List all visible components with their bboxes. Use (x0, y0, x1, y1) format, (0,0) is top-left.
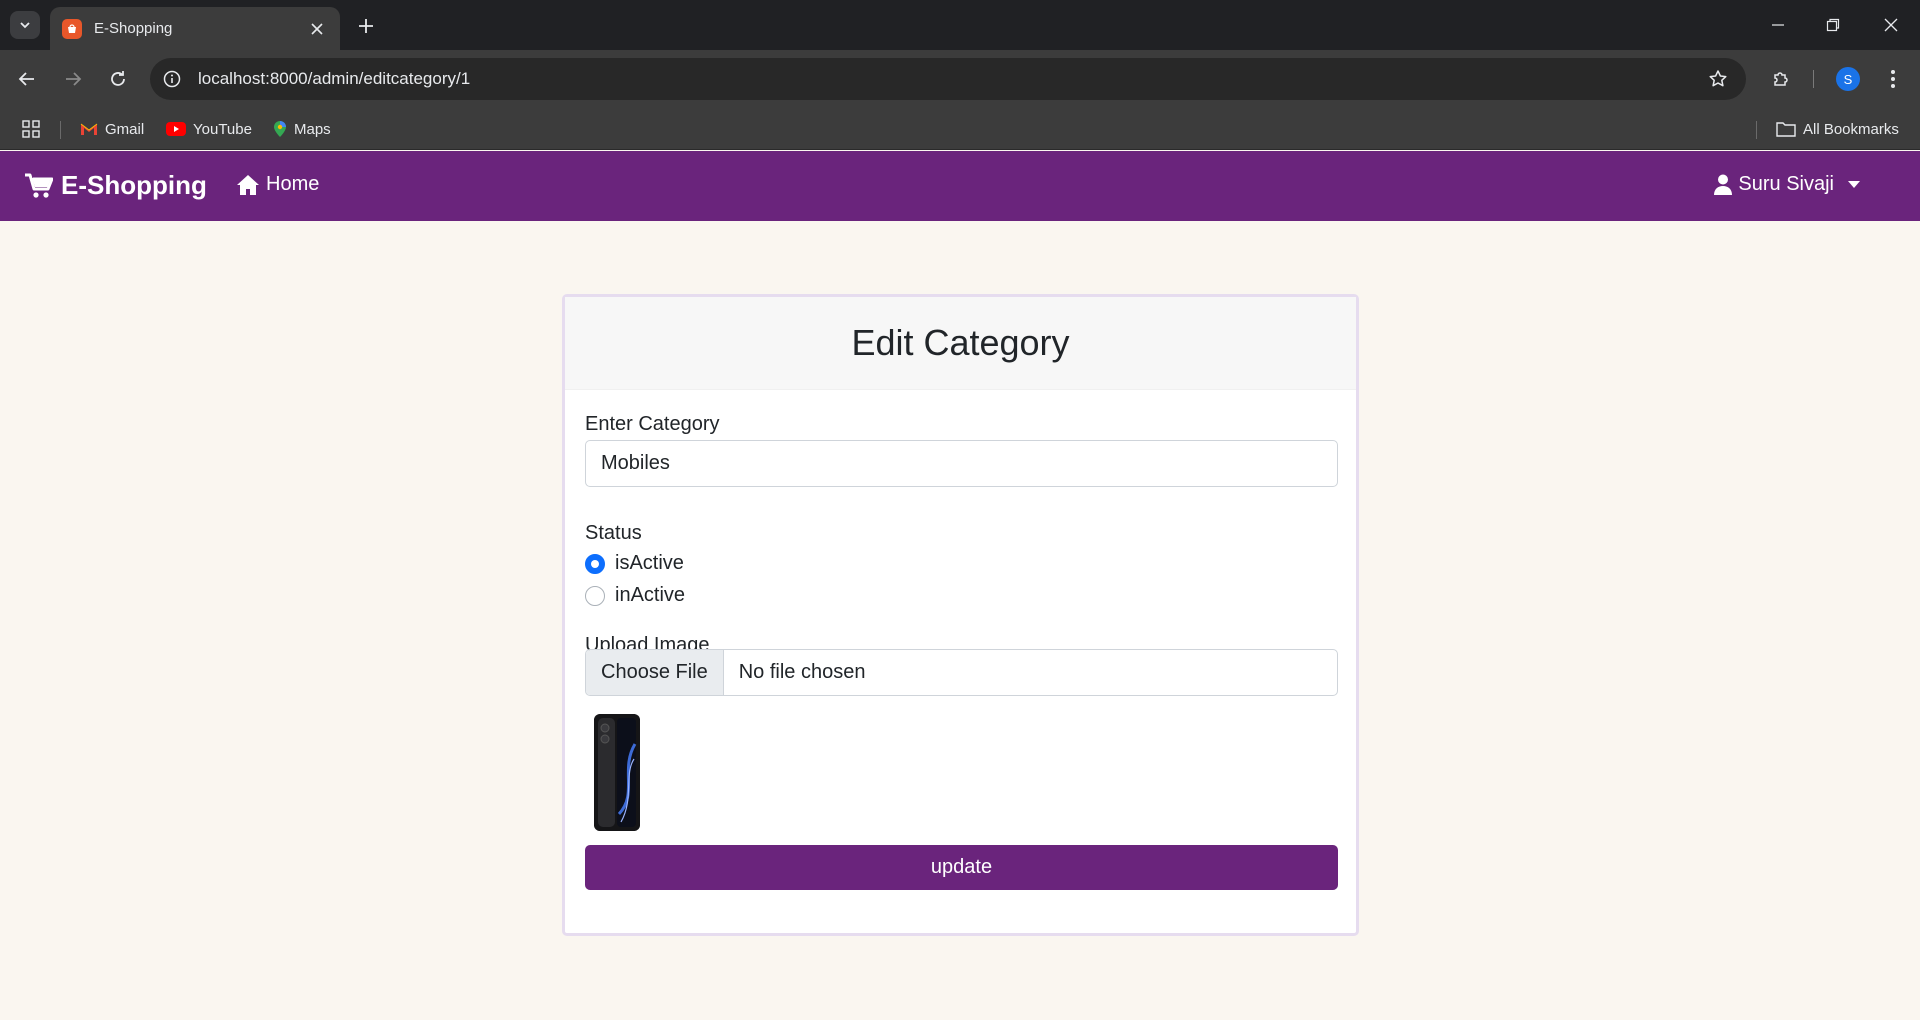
nav-home-link[interactable]: Home (236, 173, 319, 196)
address-bar[interactable]: localhost:8000/admin/editcategory/1 (150, 58, 1746, 100)
browser-toolbar: localhost:8000/admin/editcategory/1 S (0, 50, 1920, 108)
folder-icon (1776, 122, 1796, 137)
bookmarks-bar: Gmail YouTube Maps All Bookmarks (0, 108, 1920, 150)
bookmarks-divider (1756, 121, 1757, 139)
browser-tab-strip: E-Shopping (0, 0, 1920, 50)
bookmark-star-button[interactable] (1700, 61, 1736, 97)
site-info-button[interactable] (154, 61, 190, 97)
reload-icon (111, 71, 125, 86)
puzzle-icon (1774, 72, 1788, 86)
user-name: Suru Sivaji (1738, 173, 1834, 195)
shop-favicon-icon (62, 18, 82, 39)
all-bookmarks-label: All Bookmarks (1803, 120, 1899, 138)
close-icon (311, 22, 323, 35)
bookmark-label: Maps (294, 120, 331, 138)
category-input[interactable]: Mobiles (585, 440, 1338, 487)
extensions-button[interactable] (1764, 62, 1798, 96)
url-text[interactable]: localhost:8000/admin/editcategory/1 (198, 69, 1700, 89)
profile-avatar[interactable]: S (1836, 67, 1860, 91)
file-status: No file chosen (738, 661, 866, 683)
file-upload-input[interactable]: Choose File No file chosen (585, 649, 1338, 696)
update-button[interactable]: update (585, 845, 1338, 890)
tab-close-button[interactable] (306, 18, 328, 40)
shopping-cart-icon (25, 173, 53, 198)
category-label: Enter Category (585, 413, 720, 435)
plus-icon (359, 19, 373, 33)
page-title: Edit Category (851, 322, 1070, 363)
bookmark-maps[interactable]: Maps (273, 116, 331, 142)
nav-home-label: Home (266, 173, 320, 195)
maps-icon (274, 121, 286, 137)
info-icon (163, 70, 181, 88)
apps-button[interactable] (22, 116, 47, 142)
category-image-preview (594, 714, 640, 831)
bookmark-youtube[interactable]: YouTube (166, 116, 252, 142)
gmail-icon (80, 123, 98, 135)
back-button[interactable] (10, 62, 44, 96)
bookmark-label: Gmail (105, 120, 145, 138)
youtube-icon (166, 122, 186, 136)
star-icon (1709, 70, 1727, 87)
phone-image (594, 714, 640, 831)
minimize-icon (1772, 24, 1784, 26)
minimize-button[interactable] (1755, 8, 1801, 42)
reload-button[interactable] (101, 62, 135, 96)
edit-category-card: Edit Category Enter Category Mobiles Sta… (562, 294, 1359, 936)
choose-file-button[interactable]: Choose File (586, 650, 724, 695)
radio-active[interactable] (585, 553, 605, 574)
caret-down-icon (1848, 181, 1860, 188)
status-option-active[interactable]: isActive (585, 552, 684, 575)
browser-tab[interactable]: E-Shopping (50, 7, 340, 50)
status-option-label: isActive (615, 552, 684, 574)
arrow-right-icon (66, 72, 82, 86)
toolbar-divider (1813, 70, 1814, 88)
bookmark-label: YouTube (193, 120, 252, 138)
more-vertical-icon (1891, 70, 1895, 88)
all-bookmarks-button[interactable]: All Bookmarks (1776, 116, 1899, 142)
tab-search-button[interactable] (10, 11, 40, 39)
tab-title: E-Shopping (94, 20, 173, 37)
radio-inactive[interactable] (585, 585, 605, 606)
brand-name: E-Shopping (61, 170, 207, 200)
bookmark-gmail[interactable]: Gmail (80, 116, 144, 142)
restore-button[interactable] (1810, 8, 1856, 42)
bookmarks-divider (60, 121, 61, 139)
arrow-left-icon (18, 72, 34, 86)
user-menu-dropdown[interactable]: Suru Sivaji (1714, 173, 1860, 196)
browser-menu-button[interactable] (1876, 62, 1910, 96)
close-icon (1884, 18, 1898, 32)
app-navbar: E-Shopping Home Suru Sivaji (0, 151, 1920, 221)
restore-icon (1826, 18, 1840, 32)
brand-link[interactable]: E-Shopping (25, 170, 207, 201)
status-label: Status (585, 522, 642, 544)
forward-button[interactable] (56, 62, 90, 96)
close-window-button[interactable] (1868, 8, 1914, 42)
card-header: Edit Category (565, 297, 1356, 390)
new-tab-button[interactable] (352, 12, 380, 40)
status-option-label: inActive (615, 584, 686, 606)
status-option-inactive[interactable]: inActive (585, 584, 685, 607)
apps-grid-icon (22, 120, 40, 138)
chevron-down-icon (20, 22, 30, 29)
user-icon (1714, 174, 1733, 195)
home-icon (237, 174, 259, 195)
